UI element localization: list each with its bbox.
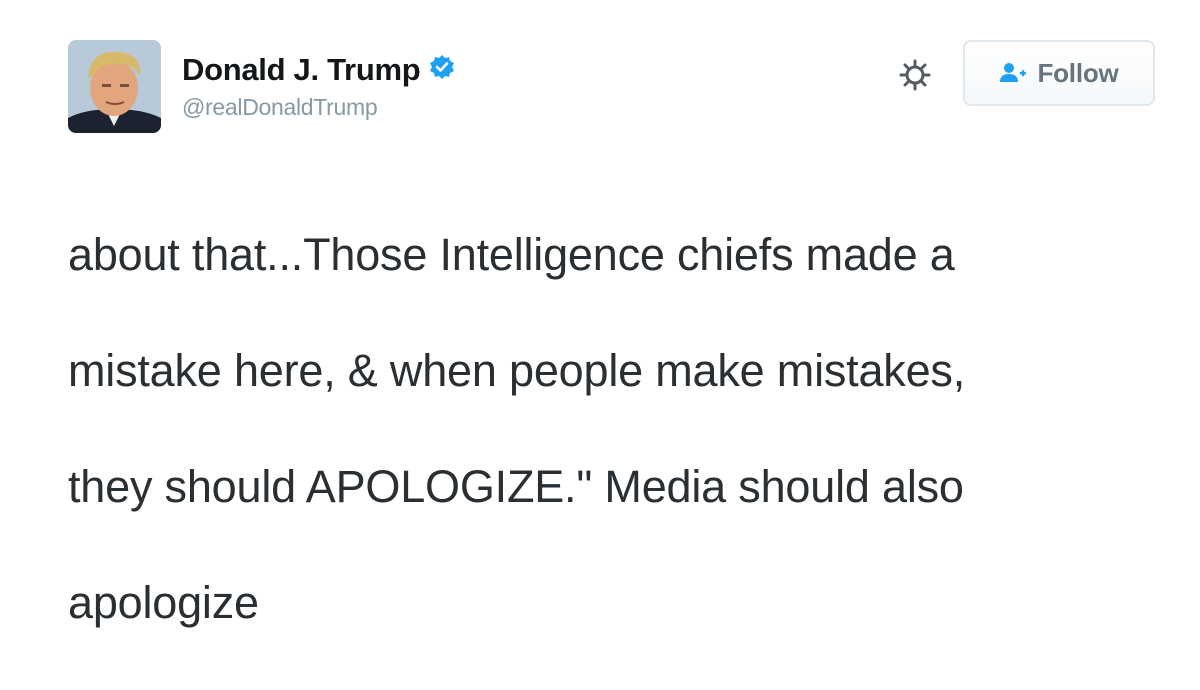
tweet-text-line: mistake here, & when people make mistake… bbox=[68, 345, 966, 396]
tweet-text-line: apologize bbox=[68, 577, 259, 628]
gear-icon[interactable] bbox=[898, 58, 932, 92]
author-name-row: Donald J. Trump bbox=[182, 52, 455, 88]
author-avatar[interactable] bbox=[68, 40, 161, 133]
follow-button-label: Follow bbox=[1037, 57, 1119, 88]
tweet-text-line: they should APOLOGIZE." Media should als… bbox=[68, 461, 964, 512]
author-display-name[interactable]: Donald J. Trump bbox=[182, 52, 421, 88]
author-handle[interactable]: @realDonaldTrump bbox=[182, 94, 378, 121]
tweet-card: Donald J. Trump @realDonaldTrump Follow … bbox=[0, 0, 1200, 628]
tweet-text: about that...Those Intelligence chiefs m… bbox=[68, 168, 1138, 690]
tweet-text-line: about that...Those Intelligence chiefs m… bbox=[68, 229, 955, 280]
verified-badge-icon bbox=[429, 54, 455, 80]
add-user-icon bbox=[999, 61, 1027, 85]
follow-button[interactable]: Follow bbox=[963, 40, 1155, 106]
